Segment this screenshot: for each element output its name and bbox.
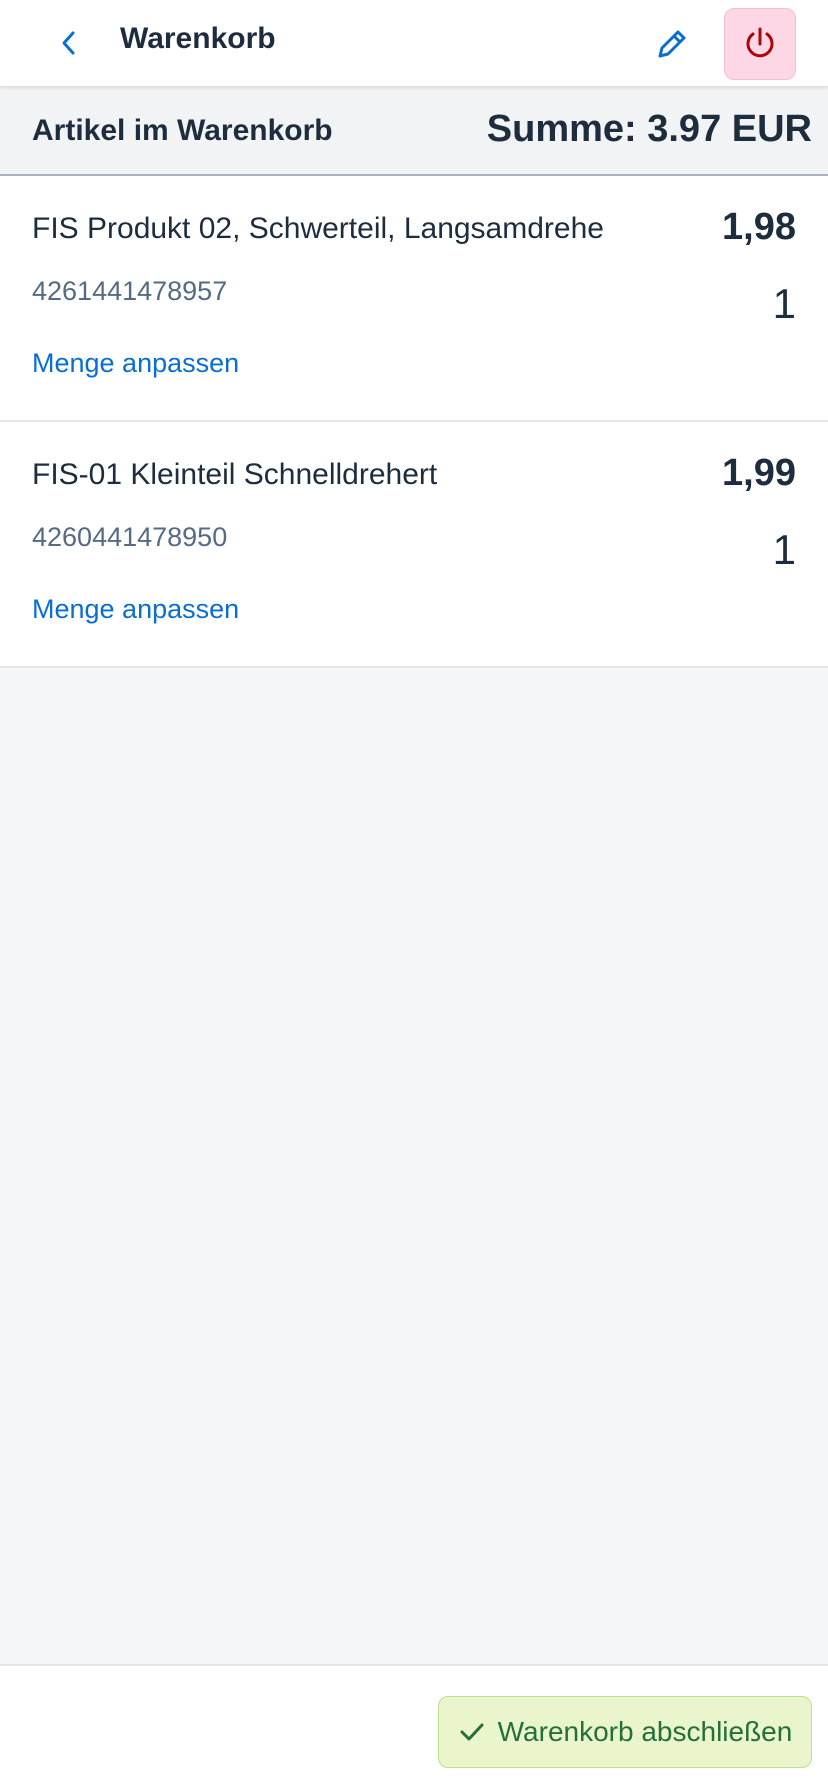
item-quantity: 1 bbox=[772, 280, 796, 327]
item-name: FIS Produkt 02, Schwerteil, Langsamdrehe bbox=[32, 212, 604, 245]
summary-total: Summe: 3.97 EUR bbox=[486, 108, 812, 150]
item-ean: 4261441478957 bbox=[32, 276, 228, 306]
power-icon bbox=[746, 27, 774, 58]
checkmark-icon bbox=[460, 1723, 484, 1741]
checkout-label: Warenkorb abschließen bbox=[497, 1716, 793, 1747]
adjust-quantity-link[interactable]: Menge anpassen bbox=[32, 594, 239, 625]
pencil-icon bbox=[658, 30, 686, 58]
adjust-quantity-link[interactable]: Menge anpassen bbox=[32, 348, 239, 379]
cart-item: FIS Produkt 02, Schwerteil, Langsamdrehe… bbox=[0, 176, 828, 422]
back-button[interactable] bbox=[44, 18, 94, 68]
item-quantity: 1 bbox=[772, 526, 796, 573]
item-name: FIS-01 Kleinteil Schnelldrehert bbox=[32, 458, 438, 491]
footer-toolbar: Warenkorb abschließen bbox=[0, 1664, 828, 1792]
summary-label: Artikel im Warenkorb bbox=[32, 114, 333, 147]
item-ean: 4260441478950 bbox=[32, 522, 228, 552]
cart-item-list: FIS Produkt 02, Schwerteil, Langsamdrehe… bbox=[0, 176, 828, 668]
item-price: 1,99 bbox=[722, 452, 796, 494]
app-header: Warenkorb bbox=[0, 0, 828, 86]
cart-item: FIS-01 Kleinteil Schnelldrehert 1,99 426… bbox=[0, 422, 828, 668]
edit-button[interactable] bbox=[646, 18, 698, 70]
cart-summary-bar: Artikel im Warenkorb Summe: 3.97 EUR bbox=[0, 86, 828, 176]
chevron-left-icon bbox=[62, 31, 75, 55]
checkout-button[interactable]: Warenkorb abschließen bbox=[438, 1696, 812, 1768]
item-price: 1,98 bbox=[722, 206, 796, 248]
page-title: Warenkorb bbox=[120, 22, 276, 55]
logout-button[interactable] bbox=[724, 8, 796, 80]
